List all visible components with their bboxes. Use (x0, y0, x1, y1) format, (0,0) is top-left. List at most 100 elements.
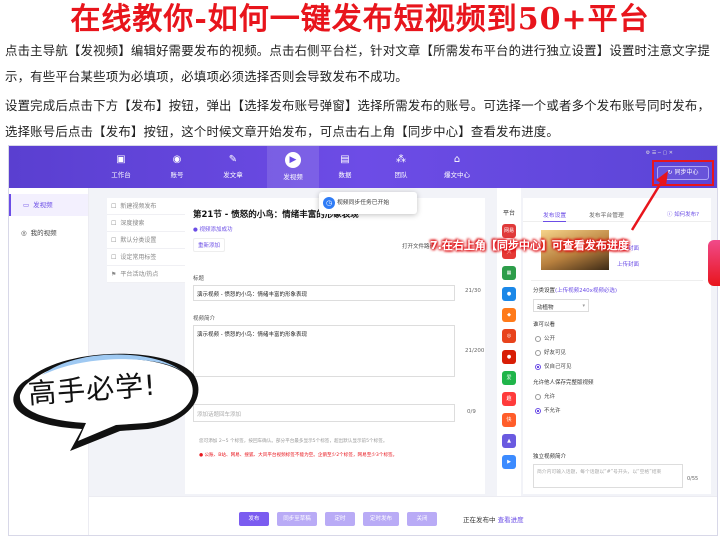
visibility-self-radio[interactable]: 仅自己可见 (535, 362, 572, 370)
platform-icon[interactable]: ● (502, 287, 516, 301)
divider (531, 280, 703, 281)
nav-label: 数据 (338, 171, 352, 179)
flag-icon: ⚑ (111, 271, 117, 278)
instruction-paragraph-2: 设置完成后点击下方【发布】按钮，弹出【选择发布账号弹窗】选择所需发布的账号。可选… (5, 98, 711, 139)
settings-list: ☐ 新建视频发布 ☐ 深度搜索 ☐ 默认分类设置 ☐ 设定常用标签 ⚑ 平台活动/热点 (107, 198, 185, 318)
nav-publish-video[interactable]: ▶ 发视频 (273, 152, 313, 181)
allow-save-label: 允许他人保存完整版视频 (533, 380, 594, 386)
platform-icon[interactable]: 趣 (502, 392, 516, 406)
platform-icon[interactable]: 爱 (502, 371, 516, 385)
publish-button[interactable]: 发布 (239, 512, 269, 526)
team-icon: ⁂ (396, 154, 406, 165)
video-icon: ▭ (23, 201, 30, 209)
allow-save-radio[interactable]: 允许 (535, 392, 555, 400)
settings-item-new-video[interactable]: ☐ 新建视频发布 (107, 198, 185, 215)
scheduled-publish-button[interactable]: 定时发布 (363, 512, 399, 526)
platform-icon[interactable]: ▶ (502, 455, 516, 469)
video-added-status: ● 视频添加成功 (193, 227, 233, 233)
publish-status: 正在发布中 查看进度 (463, 514, 524, 524)
tag-hint-1: 您可添加 2~5 个标签，按回车确认。部分平台最多显示5个标签，超出默认显示前5… (199, 439, 388, 444)
schedule-button[interactable]: 定时 (325, 512, 355, 526)
tab-platform-management[interactable]: 发布平台管理 (589, 210, 624, 219)
category-icon: ☐ (111, 237, 117, 244)
settings-item-label: 设定常用标签 (120, 254, 157, 261)
category-value: 动植物 (537, 305, 554, 311)
video-list-icon: ◎ (21, 229, 27, 237)
radio-selected-icon (535, 363, 541, 370)
independent-description-label: 独立视频简介 (533, 454, 567, 460)
settings-item-default-category[interactable]: ☐ 默认分类设置 (107, 232, 185, 249)
headline: 在线教你-如何一键发布短视频到50+平台 (70, 2, 650, 37)
search-icon: ☐ (111, 220, 117, 227)
settings-item-label: 深度搜索 (120, 220, 145, 227)
readd-video-button[interactable]: 重新添加 (193, 238, 226, 252)
platform-icon[interactable]: ◆ (502, 308, 516, 322)
clock-icon: ◷ (323, 197, 335, 209)
nav-label: 工作台 (111, 171, 131, 179)
description-textarea[interactable]: 演示视频 - 愤怒的小鸟：情绪丰富的形象表现 (193, 325, 455, 377)
settings-item-label: 默认分类设置 (120, 237, 157, 244)
visibility-label: 谁可以看 (533, 322, 556, 328)
title-label: 标题 (193, 276, 205, 282)
platform-icon[interactable]: ▲ (502, 434, 516, 448)
independent-description-count: 0/55 (687, 476, 699, 482)
settings-item-deep-search[interactable]: ☐ 深度搜索 (107, 215, 185, 232)
visibility-friends-radio[interactable]: 好友可见 (535, 348, 566, 356)
radio-icon (535, 393, 541, 400)
view-progress-link[interactable]: 查看进度 (498, 516, 524, 524)
radio-icon (535, 349, 541, 356)
description-char-count: 21/200 (465, 348, 485, 354)
nav-workbench[interactable]: ▣ 工作台 (101, 154, 141, 179)
chart-icon: ▤ (340, 154, 350, 165)
settings-item-common-tags[interactable]: ☐ 设定常用标签 (107, 249, 185, 266)
title-char-count: 21/30 (465, 288, 481, 294)
tab-publish-settings[interactable]: 发布设置 (543, 210, 567, 222)
category-label: 分类设置(上传视频240x视频必选) (533, 286, 617, 294)
platform-icon[interactable]: ● (502, 350, 516, 364)
tag-icon: ☐ (111, 254, 117, 261)
category-label-text: 分类设置 (533, 288, 556, 294)
independent-description-input[interactable]: 简介内可输入话题，每个话题以“#”号开头，以“空格”结束 (533, 464, 683, 488)
platform-icon[interactable]: 网易 (502, 224, 516, 238)
settings-item-label: 平台活动/热点 (120, 271, 159, 278)
nav-publish-article[interactable]: ✎ 发文章 (213, 154, 253, 179)
nav-hot-articles[interactable]: ⌂ 爆文中心 (437, 154, 477, 179)
annotation-arrow-icon (630, 171, 668, 231)
platform-icon[interactable]: ▦ (502, 266, 516, 280)
home-icon: ⌂ (453, 154, 461, 165)
sidebar-item-label: 发视频 (33, 201, 53, 209)
sidebar-item-publish-video[interactable]: ▭ 发视频 (9, 194, 88, 216)
user-icon: ◉ (172, 154, 182, 165)
upload-cover-link[interactable]: 上传封面 (617, 260, 639, 268)
settings-item-label: 新建视频发布 (120, 203, 157, 210)
window-controls[interactable]: ⚙ ☰ ─ ▢ ✕ (646, 150, 673, 156)
annotation-text: 7.在右上角【同步中心】可查看发布进度 (430, 239, 629, 252)
settings-item-hot-events[interactable]: ⚑ 平台活动/热点 (107, 266, 185, 283)
play-icon: ▶ (285, 152, 301, 168)
platform-label: 平台 (502, 210, 515, 217)
top-nav-bar: ▣ 工作台 ◉ 账号 ✎ 发文章 ▶ 发视频 ▤ 数据 ⁂ 团队 ⌂ 爆文中心 ⚙ ☰ ─ ▢… (9, 146, 717, 188)
visibility-public-radio[interactable]: 公开 (535, 334, 555, 342)
platform-icon[interactable]: 快 (502, 413, 516, 427)
title-input[interactable]: 演示视频 - 愤怒的小鸟：情绪丰富的形象表现 (193, 285, 455, 301)
nav-label: 团队 (394, 171, 408, 179)
radio-icon (535, 335, 541, 342)
sidebar-item-my-videos[interactable]: ◎ 我的视频 (9, 222, 88, 244)
nav-data[interactable]: ▤ 数据 (325, 154, 365, 179)
sync-draft-button[interactable]: 同步至草稿 (277, 512, 317, 526)
platform-icon[interactable]: ◎ (502, 329, 516, 343)
topic-input[interactable]: 添加话题回车添加 (193, 404, 455, 422)
disallow-save-radio[interactable]: 不允许 (535, 406, 561, 414)
radio-label: 好友可见 (544, 350, 567, 356)
radio-label: 不允许 (544, 408, 561, 414)
chevron-down-icon: ▾ (582, 303, 585, 309)
tag-hint-2: ● 公账、B站、网易、搜狐、大风平台视频标签不能为空。企鹅至少2个标签，网易至少… (199, 453, 398, 458)
close-button[interactable]: 关闭 (407, 512, 437, 526)
nav-label: 账号 (170, 171, 184, 179)
nav-account[interactable]: ◉ 账号 (157, 154, 197, 179)
new-icon: ☐ (111, 203, 117, 210)
category-select[interactable]: 动植物 ▾ (533, 299, 589, 312)
edit-icon: ✎ (228, 154, 238, 165)
nav-team[interactable]: ⁂ 团队 (381, 154, 421, 179)
status-text: 正在发布中 (463, 516, 496, 524)
